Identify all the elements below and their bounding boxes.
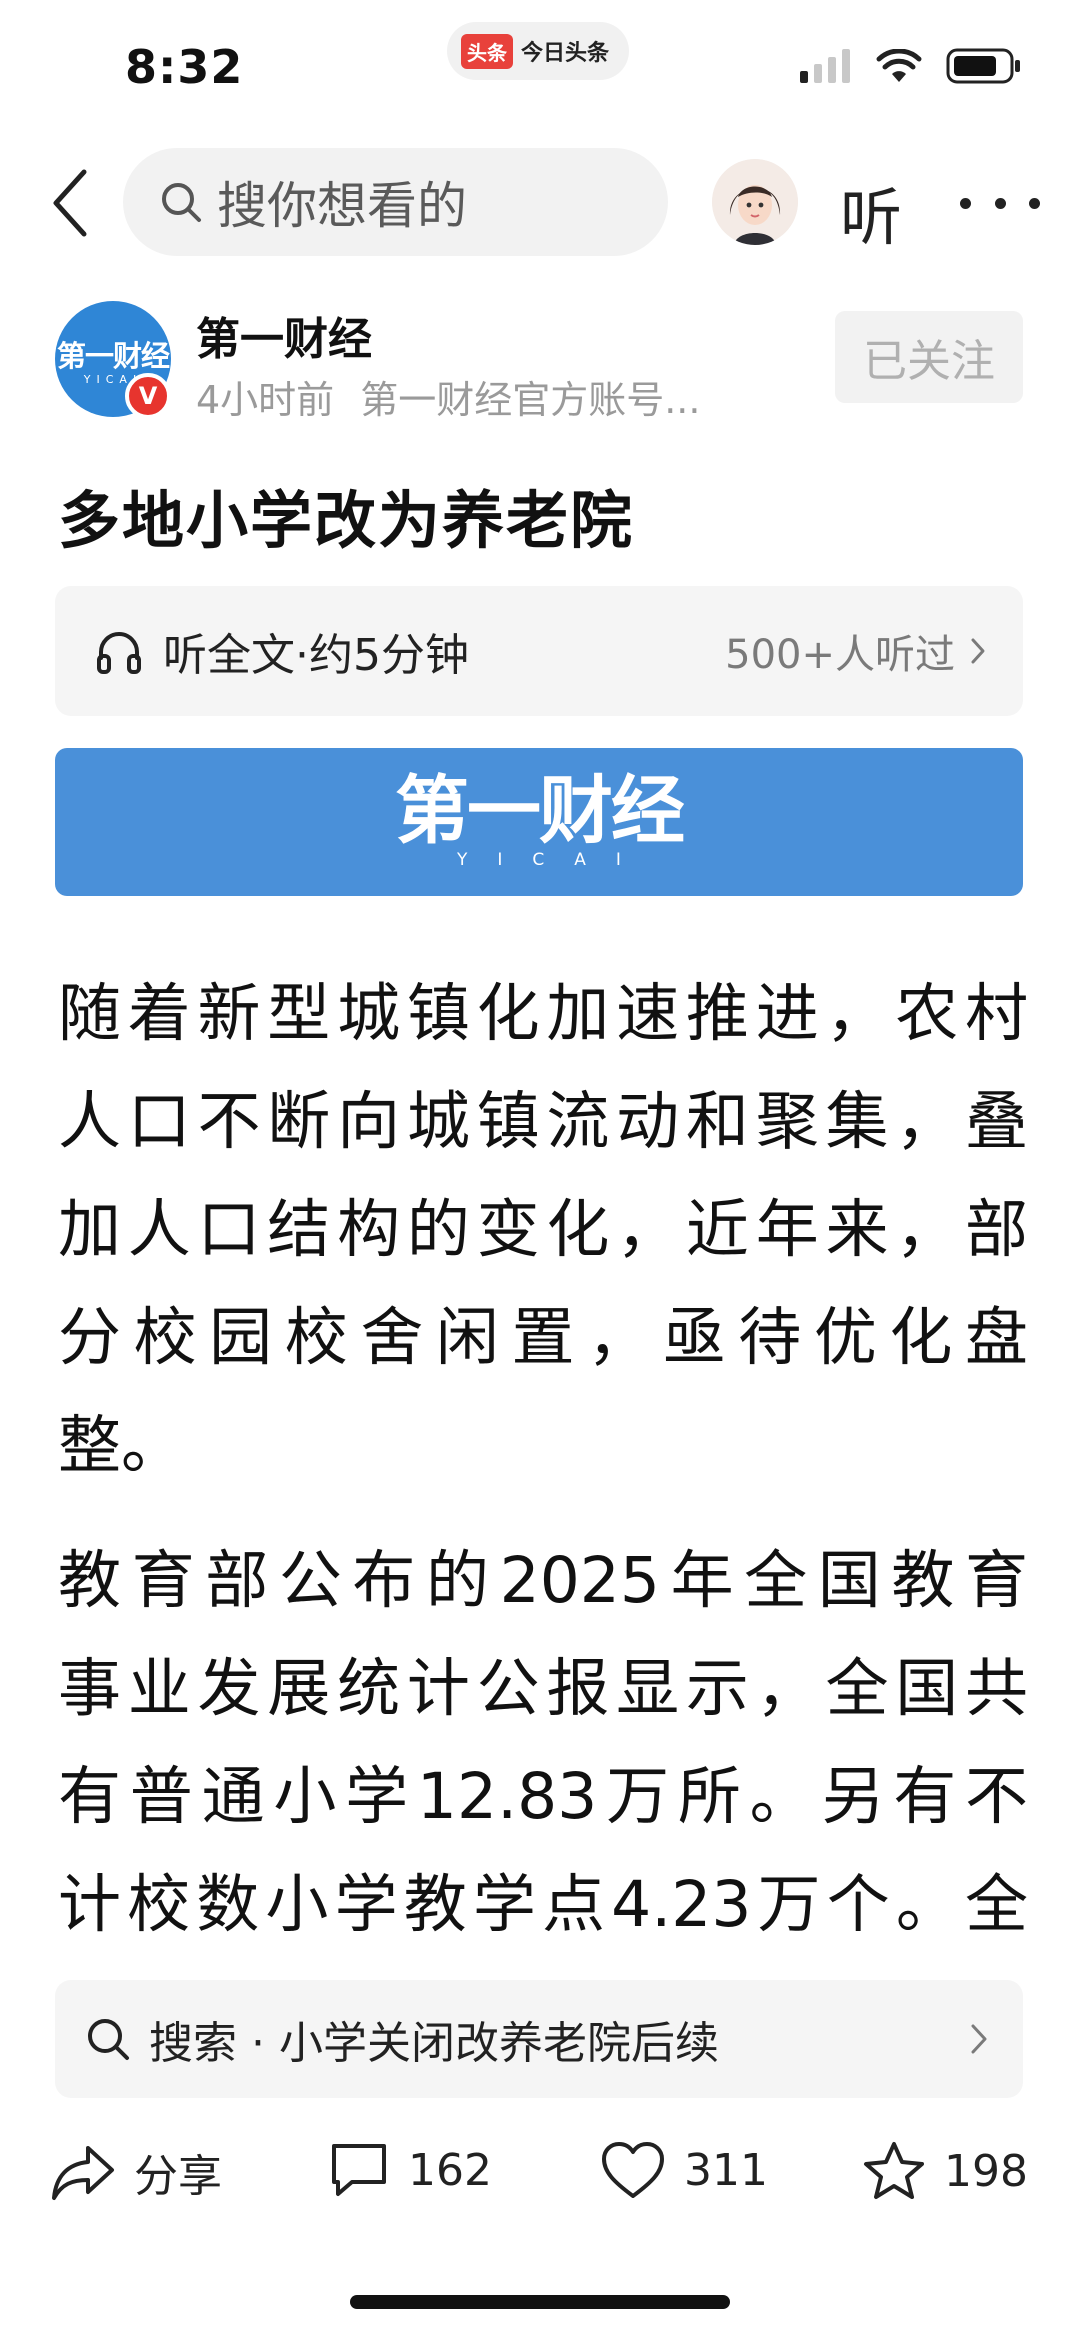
chevron-left-icon (53, 169, 87, 237)
chevron-right-icon (971, 638, 985, 664)
paragraph-line: 随着新型城镇化加速推进，农村 (58, 977, 1028, 1050)
status-icons (800, 48, 1022, 84)
like-button[interactable]: 311 (600, 2140, 768, 2200)
comment-icon (332, 2144, 386, 2196)
bottom-action-bar: 分享 162 311 198 (0, 2120, 1080, 2230)
app-name: 今日头条 (521, 41, 610, 66)
app-logo-icon: 头条 (461, 33, 513, 69)
share-label: 分享 (134, 2151, 222, 2202)
paragraph-line: 分校园校舍闲置，亟待优化盘 (58, 1301, 1028, 1374)
wifi-icon (876, 49, 922, 82)
search-input[interactable]: 搜你想看的 (123, 148, 668, 256)
listen-button[interactable]: 听 (840, 167, 902, 257)
nav-bar: 搜你想看的 听 (0, 145, 1080, 260)
search-suggestion-bar[interactable]: 搜索 · 小学关闭改养老院后续 (55, 1980, 1023, 2098)
media-banner: 第一财经 YICAI (55, 748, 1023, 896)
user-avatar-icon (712, 159, 798, 245)
author-description: 第一财经官方账号... (360, 378, 701, 422)
heart-icon (602, 2142, 664, 2198)
paragraph-line: 事业发展统计公报显示，全国共 (58, 1652, 1028, 1725)
home-indicator[interactable] (350, 2295, 730, 2309)
author-row: 第一财经 YICAI V 第一财经 4小时前 第一财经官方账号... 已关注 (0, 295, 1080, 425)
signal-icon (800, 49, 850, 83)
follow-button[interactable]: 已关注 (835, 311, 1023, 403)
share-button[interactable]: 分享 (50, 2140, 222, 2204)
more-dots-icon (994, 197, 1006, 209)
status-time: 8:32 (125, 40, 244, 94)
paragraph-line: 整。 (58, 1409, 184, 1482)
search-icon (88, 2019, 129, 2060)
article-paragraph: 教育部公布的2025年全国教育 事业发展统计公报显示，全国共 有普通小学12.8… (58, 1527, 1028, 1967)
user-avatar[interactable] (712, 159, 798, 245)
author-name[interactable]: 第一财经 (196, 303, 372, 367)
more-dots-icon (960, 197, 971, 209)
listen-label: 听全文·约5分钟 (163, 630, 469, 681)
paragraph-line: 有普通小学12.83万所。另有不 (58, 1760, 1028, 1833)
search-suggestion-text: 搜索 · 小学关闭改养老院后续 (149, 2018, 719, 2069)
article-title: 多地小学改为养老院 (58, 484, 635, 557)
author-meta: 4小时前 第一财经官方账号... (196, 369, 700, 424)
share-icon (52, 2146, 114, 2200)
battery-icon (946, 48, 1020, 84)
banner-logo-text: 第一财经 (395, 768, 685, 854)
author-logo-text: 第一财经 (56, 338, 170, 373)
paragraph-line: 计校数小学教学点4.23万个。全 (58, 1868, 1028, 1941)
like-count: 311 (684, 2144, 768, 2196)
star-icon (864, 2142, 924, 2199)
listen-full-text-bar[interactable]: 听全文·约5分钟 500+人听过 (55, 586, 1023, 716)
status-bar: 8:32 头条 今日头条 (0, 0, 1080, 140)
back-button[interactable] (40, 163, 100, 243)
paragraph-line: 教育部公布的2025年全国教育 (58, 1544, 1028, 1617)
favorite-button[interactable]: 198 (862, 2140, 1028, 2202)
search-icon (162, 183, 201, 222)
publish-time: 4小时前 (196, 378, 335, 422)
app-indicator-pill[interactable]: 头条 今日头条 (447, 22, 630, 80)
search-placeholder: 搜你想看的 (217, 177, 467, 235)
chevron-right-icon (971, 2024, 987, 2054)
paragraph-line: 人口不断向城镇流动和聚集，叠 (58, 1085, 1028, 1158)
paragraph-line: 加人口结构的变化，近年来，部 (58, 1193, 1028, 1266)
article-paragraph: 随着新型城镇化加速推进，农村 人口不断向城镇流动和聚集，叠 加人口结构的变化，近… (58, 960, 1028, 1500)
comment-button[interactable]: 162 (328, 2140, 492, 2200)
listen-count: 500+人听过 (725, 632, 955, 678)
favorite-count: 198 (944, 2145, 1028, 2197)
verified-icon: V (125, 373, 171, 419)
article-page: 8:32 头条 今日头条 搜你想看的 听 第一财经 YICAI V 第一财经 4… (0, 0, 1080, 2337)
headphones-icon (97, 632, 141, 674)
more-button[interactable] (960, 173, 1040, 233)
banner-logo-sub: YICAI (457, 850, 651, 870)
more-dots-icon (1029, 197, 1040, 209)
comment-count: 162 (408, 2144, 492, 2196)
